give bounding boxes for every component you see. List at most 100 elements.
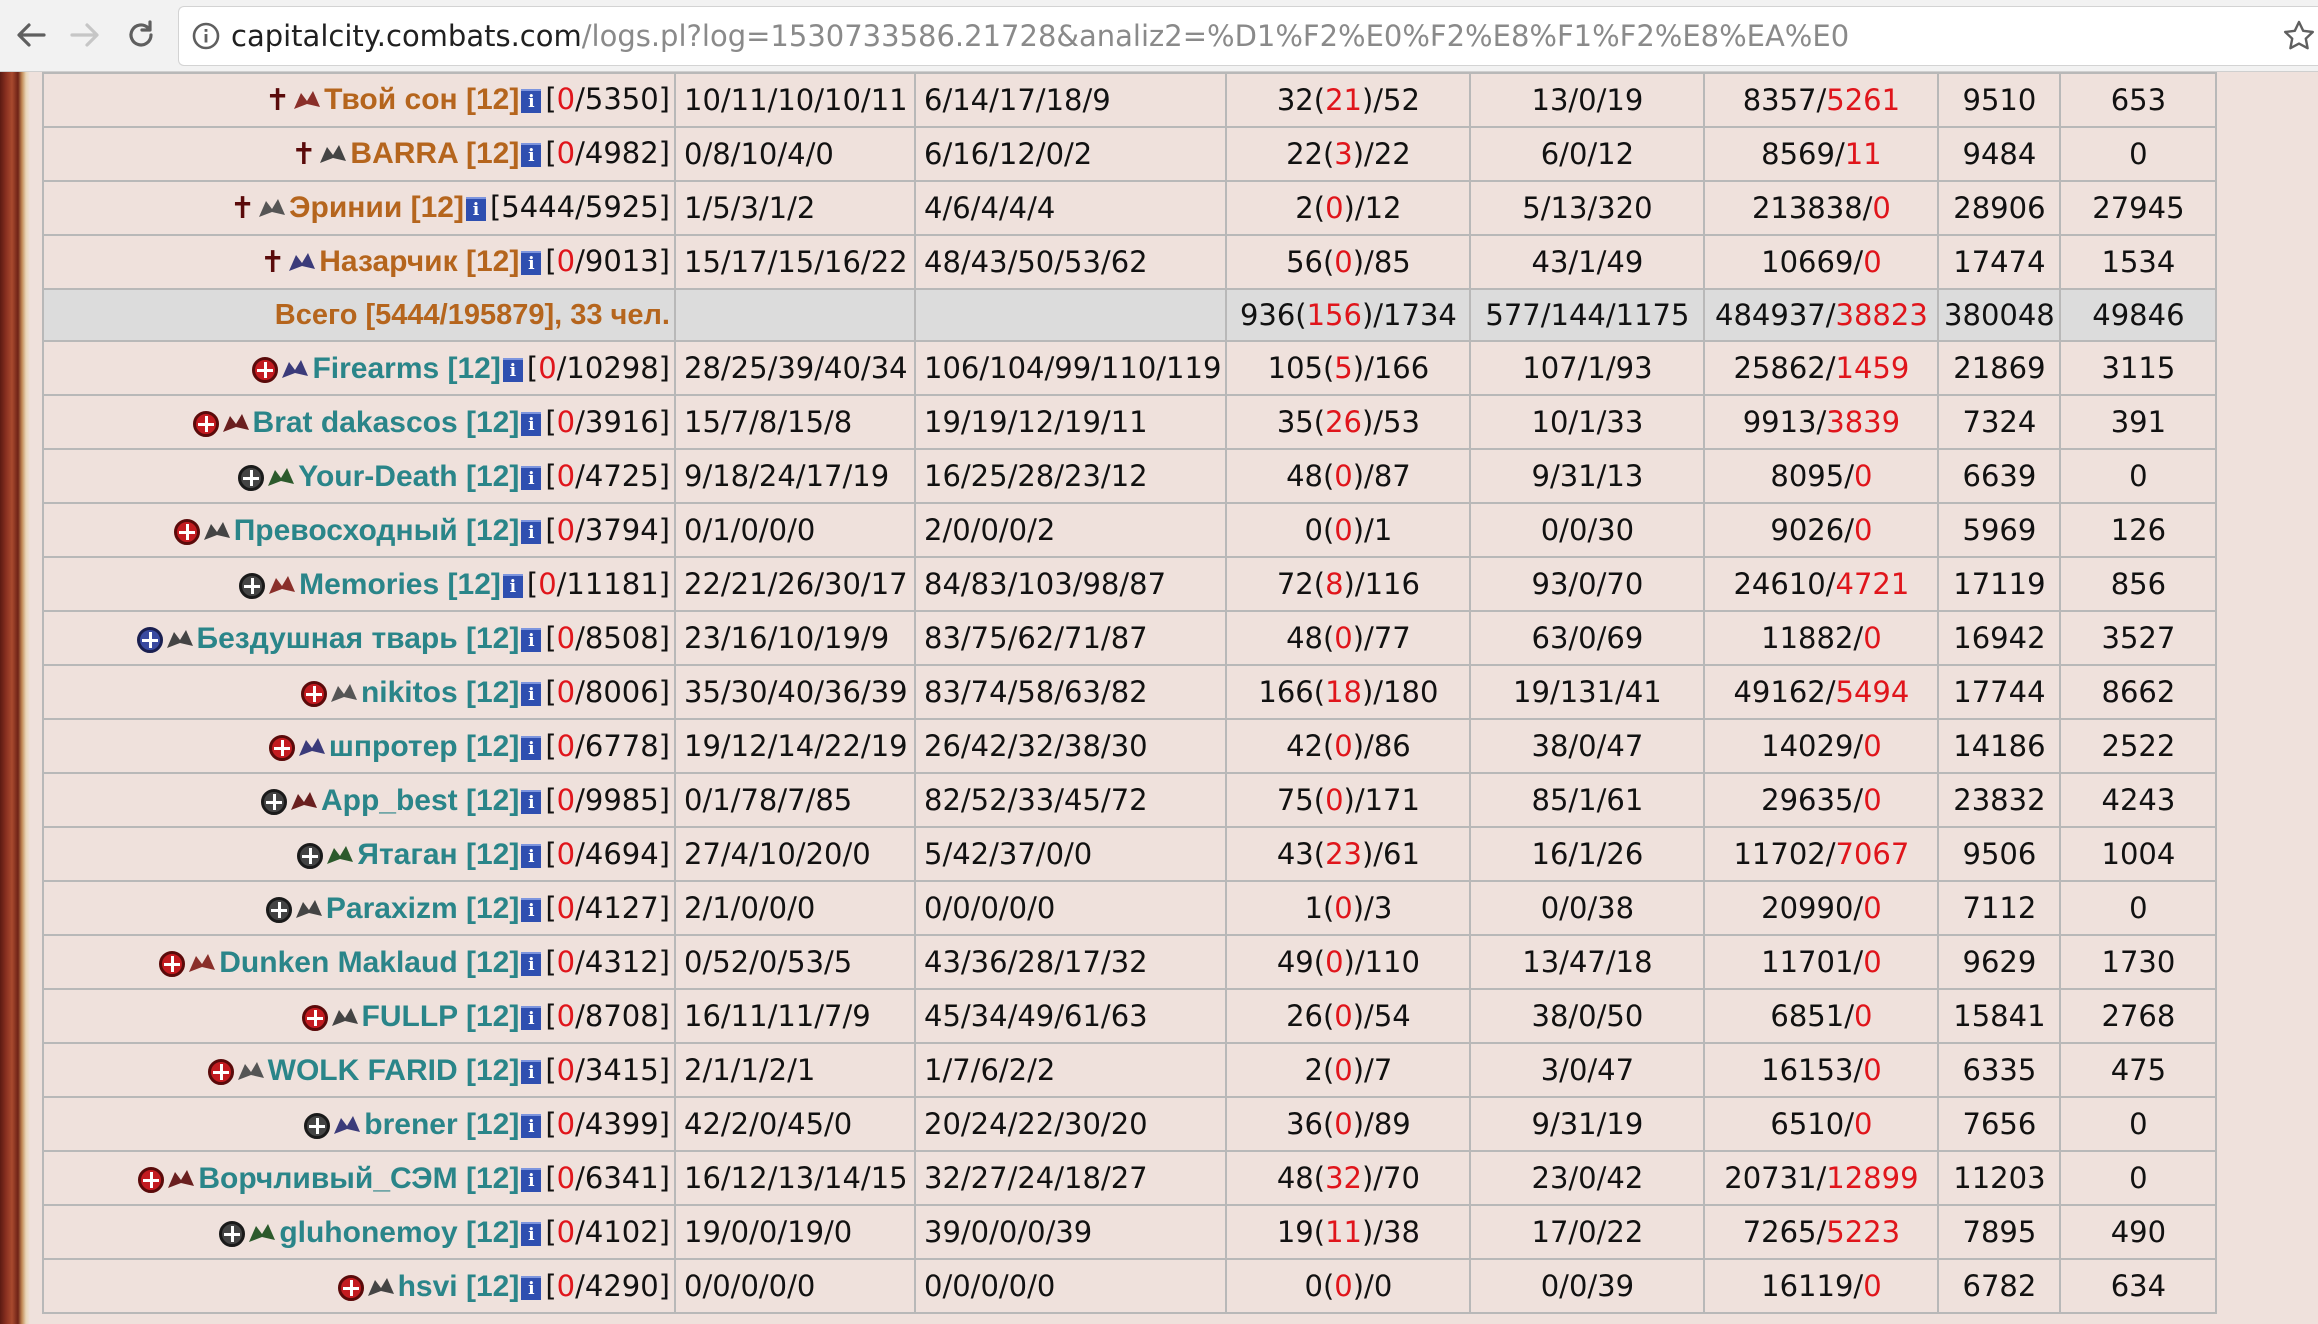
damage-value: 6851/ xyxy=(1770,999,1854,1033)
player-cell: WOLK FARID [12] i [0/3415] xyxy=(42,1042,676,1098)
info-icon[interactable]: i xyxy=(521,681,542,706)
damage-value: 14029/ xyxy=(1761,729,1864,763)
damage-red: 0 xyxy=(1853,999,1873,1033)
player-nick[interactable]: Firearms [12] xyxy=(312,352,500,385)
table-row: Brat dakascos [12] i [0/3916] 15/7/8/15/8 19… xyxy=(42,394,2218,450)
hits-cell: 15/17/15/16/22 xyxy=(674,234,916,290)
address-bar[interactable]: capitalcity.combats.com/logs.pl?log=1530… xyxy=(178,6,2318,66)
info-icon[interactable]: i xyxy=(521,897,542,922)
crit-red: 156 xyxy=(1306,298,1362,332)
player-nick[interactable]: BARRA [12] xyxy=(350,137,519,170)
info-icon[interactable]: i xyxy=(521,951,542,976)
info-icon[interactable]: i xyxy=(521,465,542,490)
hits-cell: 19/0/0/19/0 xyxy=(674,1204,916,1260)
crit-total: )/3 xyxy=(1352,891,1393,925)
info-icon[interactable]: i xyxy=(521,627,542,652)
info-icon[interactable]: i xyxy=(521,843,542,868)
player-nick[interactable]: Бездушная тварь [12] xyxy=(197,622,520,655)
hp-max: /9013] xyxy=(575,243,670,278)
player-nick[interactable]: Dunken Maklaud [12] xyxy=(219,946,519,979)
player-nick[interactable]: Your-Death [12] xyxy=(298,460,519,493)
player-nick[interactable]: FULLP [12] xyxy=(362,1000,520,1033)
crit-red: 0 xyxy=(1334,891,1353,925)
hp-max: /3794] xyxy=(575,512,670,547)
info-icon[interactable]: i xyxy=(521,88,542,113)
url-path: /logs.pl?log=1530733586.21728&analiz2=%D… xyxy=(581,19,1850,53)
crit-value: 49( xyxy=(1276,945,1326,979)
page-left-border xyxy=(0,72,30,1324)
bonus-cell: 634 xyxy=(2059,1258,2218,1314)
bonus-cell: 3527 xyxy=(2059,610,2218,666)
bookmark-star-icon[interactable] xyxy=(2282,19,2316,53)
crit-total: )/86 xyxy=(1352,729,1411,763)
hp-bracket: [ xyxy=(526,350,539,385)
player-nick[interactable]: gluhonemoy [12] xyxy=(279,1216,519,1249)
exp-cell: 14186 xyxy=(1937,718,2062,774)
reload-button[interactable] xyxy=(114,8,168,62)
player-nick[interactable]: Brat dakascos [12] xyxy=(253,406,520,439)
blocks-cell: 48/43/50/53/62 xyxy=(913,234,1228,290)
player-hp: [5444/5925] xyxy=(490,190,670,224)
info-icon[interactable]: i xyxy=(521,735,542,760)
player-nick[interactable]: Твой сон [12] xyxy=(324,83,519,116)
player-hp: [0/4127] xyxy=(545,891,670,925)
player-nick[interactable]: Ятаган [12] xyxy=(357,838,519,871)
damage-value: 29635/ xyxy=(1761,783,1864,817)
info-icon[interactable]: i xyxy=(521,250,542,275)
hp-current: 0 xyxy=(538,566,557,601)
damage-cell: 49162/5494 xyxy=(1703,664,1940,720)
player-cell: ✝ BARRA [12] i [0/4982] xyxy=(42,126,676,182)
crit-total: )/85 xyxy=(1352,245,1411,279)
player-nick[interactable]: nikitos [12] xyxy=(361,676,519,709)
info-icon[interactable]: i xyxy=(521,519,542,544)
dodges-cell: 577/144/1175 xyxy=(1469,288,1706,342)
player-nick[interactable]: Эринии [12] xyxy=(289,191,464,224)
player-hp: [0/4982] xyxy=(545,136,670,170)
hp-bracket: [ xyxy=(526,566,539,601)
info-icon[interactable]: i xyxy=(521,1113,542,1138)
info-icon[interactable]: i xyxy=(521,789,542,814)
crit-red: 3 xyxy=(1334,137,1353,171)
player-nick[interactable]: Paraxizm [12] xyxy=(326,892,519,925)
info-icon[interactable]: i xyxy=(465,196,486,221)
crits-cell: 36(0)/89 xyxy=(1225,1096,1472,1152)
bonus-cell: 126 xyxy=(2059,502,2218,558)
dodges-cell: 0/0/30 xyxy=(1469,502,1706,558)
crits-cell: 48(0)/87 xyxy=(1225,448,1472,504)
info-icon[interactable]: i xyxy=(502,573,523,598)
hp-bracket: [ xyxy=(545,1052,557,1087)
player-nick[interactable]: App_best [12] xyxy=(321,784,519,817)
info-icon[interactable]: i xyxy=(502,357,523,382)
info-icon[interactable]: i xyxy=(521,1059,542,1084)
player-nick[interactable]: WOLK FARID [12] xyxy=(268,1054,520,1087)
hits-cell: 0/1/78/7/85 xyxy=(674,772,916,828)
forward-button[interactable] xyxy=(58,8,112,62)
player-nick[interactable]: hsvi [12] xyxy=(398,1270,520,1303)
back-button[interactable] xyxy=(4,8,58,62)
info-icon[interactable]: i xyxy=(521,1221,542,1246)
info-icon[interactable]: i xyxy=(521,1005,542,1030)
crit-value: 2( xyxy=(1295,191,1326,225)
info-icon[interactable] xyxy=(191,21,221,51)
player-cell: Ятаган [12] i [0/4694] xyxy=(42,826,676,882)
player-nick[interactable]: Ворчливый_СЭМ [12] xyxy=(198,1162,519,1195)
info-icon[interactable]: i xyxy=(521,411,542,436)
exp-cell: 7656 xyxy=(1937,1096,2062,1152)
info-icon[interactable]: i xyxy=(521,1167,542,1192)
player-nick[interactable]: Назарчик [12] xyxy=(319,245,519,278)
player-nick[interactable]: шпротер [12] xyxy=(329,730,519,763)
hp-bracket: [ xyxy=(545,836,557,871)
back-arrow-icon xyxy=(17,23,46,47)
info-icon[interactable]: i xyxy=(521,1275,542,1300)
player-nick[interactable]: brener [12] xyxy=(364,1108,519,1141)
hits-cell: 0/0/0/0/0 xyxy=(674,1258,916,1314)
info-icon[interactable]: i xyxy=(521,142,542,167)
player-nick[interactable]: Memories [12] xyxy=(299,568,501,601)
bonus-cell: 391 xyxy=(2059,394,2218,450)
player-nick[interactable]: Превосходный [12] xyxy=(234,514,520,547)
blocks-cell: 84/83/103/98/87 xyxy=(913,556,1228,612)
player-hp: [0/6341] xyxy=(545,1161,670,1195)
bonus-cell: 8662 xyxy=(2059,664,2218,720)
crit-value: 166( xyxy=(1258,675,1326,709)
url-text[interactable]: capitalcity.combats.com/logs.pl?log=1530… xyxy=(231,7,1849,65)
